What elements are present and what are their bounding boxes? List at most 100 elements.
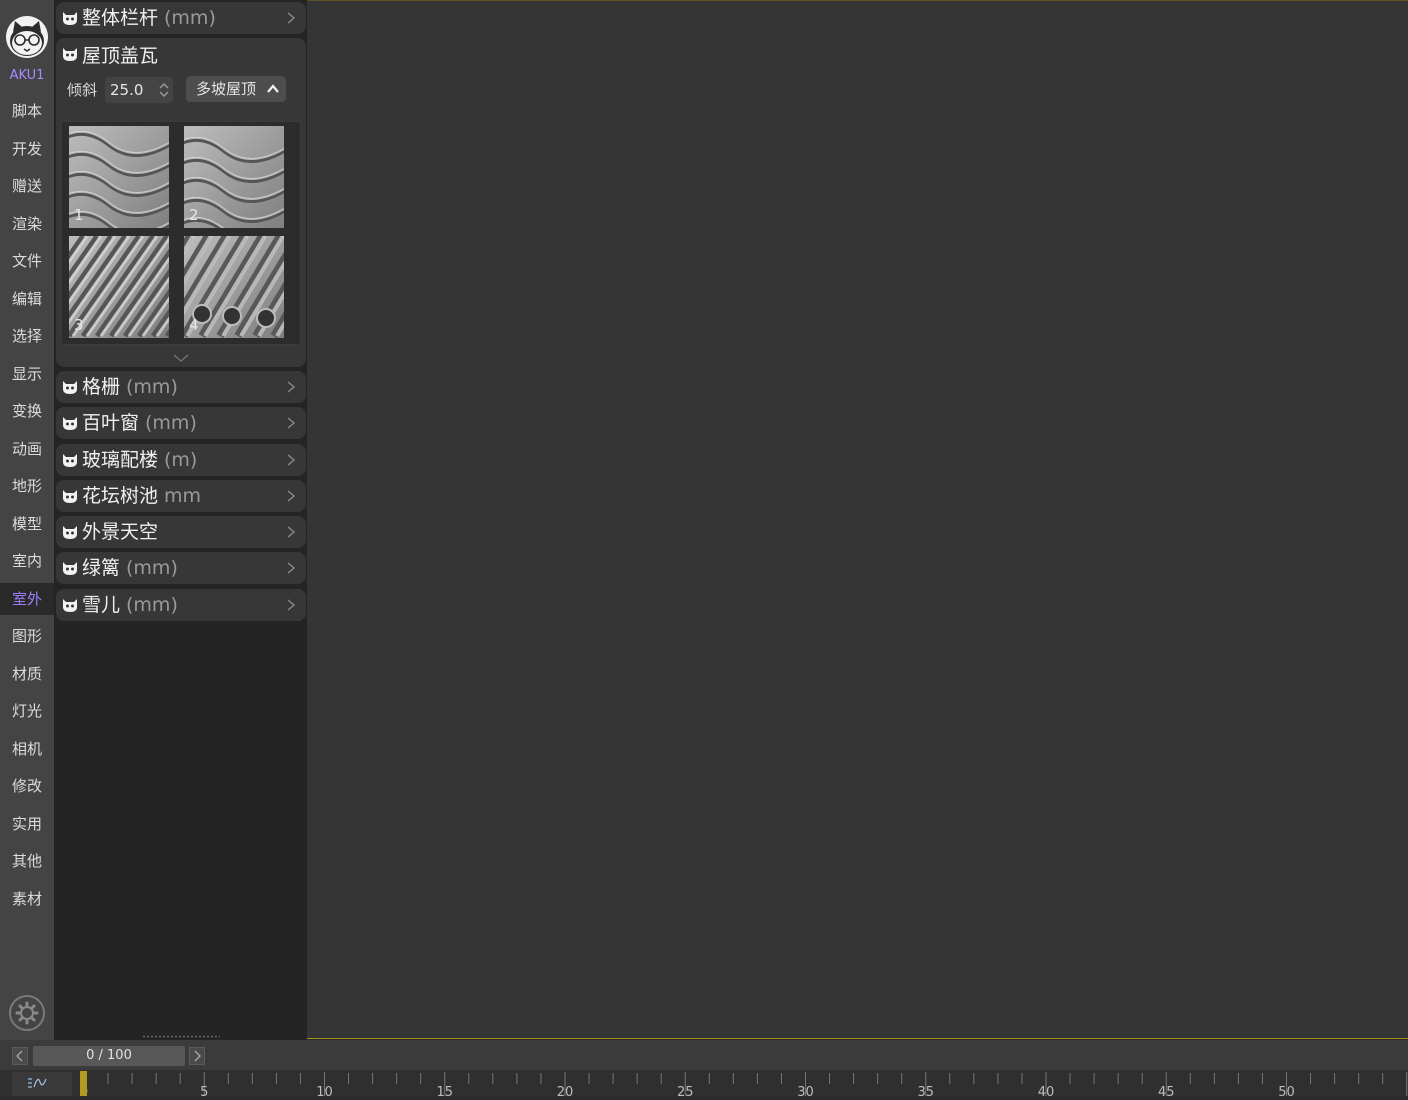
- cat-head-icon: [63, 599, 77, 612]
- group-unit: (mm): [164, 7, 216, 29]
- group-title: 花坛树池 mm: [82, 480, 201, 513]
- roof-tile-option[interactable]: 2: [184, 126, 284, 228]
- chevron-right-icon: [287, 454, 296, 466]
- roof-tile-option[interactable]: 4: [184, 236, 284, 338]
- group-title: 整体栏杆 (mm): [82, 2, 216, 35]
- roof-group-title: 屋顶盖瓦: [82, 45, 159, 67]
- collapsed-group[interactable]: 雪儿 (mm): [56, 589, 306, 621]
- group-unit: (mm): [126, 594, 178, 616]
- chevron-up-icon: [267, 84, 279, 93]
- roof-tile-group: 屋顶盖瓦 倾斜 25.0 多坡屋顶 1 2 3 4: [56, 38, 306, 367]
- expand-chevron-down-icon[interactable]: [173, 353, 189, 363]
- nav-item[interactable]: 室外: [0, 582, 54, 615]
- nav-item[interactable]: 模型: [0, 508, 54, 540]
- chevron-right-icon: [287, 12, 296, 24]
- nav-item[interactable]: 修改: [0, 770, 54, 802]
- cat-head-icon: [63, 490, 77, 503]
- nav-item[interactable]: 实用: [0, 808, 54, 840]
- tilt-label: 倾斜: [67, 81, 98, 99]
- ruler-tick-label: 35: [917, 1085, 934, 1096]
- chevron-right-icon: [287, 417, 296, 429]
- chevron-right-icon: [287, 562, 296, 574]
- panel-resize-grip[interactable]: [142, 1035, 220, 1038]
- roof-tile-number: 4: [189, 316, 199, 334]
- current-frame-marker[interactable]: [80, 1071, 87, 1096]
- curve-editor-button[interactable]: [12, 1072, 72, 1096]
- nav-item[interactable]: 渲染: [0, 208, 54, 240]
- track-bar: 05101520253035404550: [0, 1070, 1408, 1096]
- group-unit: (m): [164, 449, 198, 471]
- nav-item[interactable]: 选择: [0, 320, 54, 352]
- nav-item[interactable]: 图形: [0, 620, 54, 652]
- ruler-tick-label: 15: [436, 1085, 453, 1096]
- collapsed-group[interactable]: 整体栏杆 (mm): [56, 2, 306, 34]
- cat-logo-icon[interactable]: [6, 16, 48, 58]
- collapsed-group[interactable]: 外景天空: [56, 516, 306, 548]
- nav-item[interactable]: 素材: [0, 883, 54, 915]
- prev-frame-button[interactable]: [12, 1047, 28, 1065]
- group-title-text: 百叶窗: [82, 412, 140, 434]
- roof-tile-preview-icon: [69, 236, 169, 338]
- viewport[interactable]: [307, 0, 1408, 1039]
- nav-item[interactable]: 其他: [0, 845, 54, 877]
- cat-head-icon: [63, 48, 77, 61]
- timeline-ruler[interactable]: 05101520253035404550: [74, 1070, 1408, 1096]
- group-title-text: 外景天空: [82, 521, 159, 543]
- group-title-text: 雪儿: [82, 594, 121, 616]
- group-title-text: 玻璃配楼: [82, 449, 159, 471]
- group-unit: mm: [164, 485, 202, 507]
- nav-item[interactable]: 编辑: [0, 283, 54, 315]
- collapsed-group[interactable]: 绿篱 (mm): [56, 552, 306, 584]
- nav-item[interactable]: 开发: [0, 133, 54, 165]
- nav-item[interactable]: 变换: [0, 395, 54, 427]
- nav-item[interactable]: 赠送: [0, 170, 54, 202]
- nav-item[interactable]: 相机: [0, 733, 54, 765]
- roof-tile-option[interactable]: 1: [69, 126, 169, 228]
- settings-gear-icon[interactable]: [9, 995, 45, 1031]
- roof-tile-option[interactable]: 3: [69, 236, 169, 338]
- chevron-right-icon: [287, 526, 296, 538]
- roof-tile-number: 1: [74, 206, 84, 224]
- cat-head-icon: [63, 381, 77, 394]
- nav-item[interactable]: 动画: [0, 433, 54, 465]
- collapsed-group[interactable]: 花坛树池 mm: [56, 480, 306, 512]
- spinner-arrows-icon[interactable]: [158, 80, 170, 100]
- collapsed-group[interactable]: 百叶窗 (mm): [56, 407, 306, 439]
- tool-panel: 整体栏杆 (mm) 屋顶盖瓦 倾斜 25.0 多坡屋顶 1234 格栅 (mm) 百叶…: [54, 0, 307, 1040]
- collapsed-group[interactable]: 格栅 (mm): [56, 371, 306, 403]
- group-title: 雪儿 (mm): [82, 589, 178, 622]
- group-title: 外景天空: [82, 516, 164, 549]
- group-unit: (mm): [126, 376, 178, 398]
- chevron-right-icon: [287, 381, 296, 393]
- roof-tile-preview-icon: [184, 236, 284, 338]
- tilt-value[interactable]: 25.0: [110, 77, 143, 103]
- group-title-text: 花坛树池: [82, 485, 159, 507]
- cat-head-icon: [63, 454, 77, 467]
- tilt-spinner[interactable]: 25.0: [105, 77, 173, 103]
- group-title-text: 整体栏杆: [82, 7, 159, 29]
- ruler-tick-label: 5: [200, 1085, 208, 1096]
- nav-item[interactable]: 材质: [0, 658, 54, 690]
- roof-tile-number: 3: [74, 316, 84, 334]
- nav-item[interactable]: 显示: [0, 358, 54, 390]
- roof-tile-number: 2: [189, 206, 199, 224]
- nav-item[interactable]: 室内: [0, 545, 54, 577]
- nav-item[interactable]: 脚本: [0, 95, 54, 127]
- cat-head-icon: [63, 526, 77, 539]
- chevron-right-icon: [287, 599, 296, 611]
- time-slider[interactable]: 0 / 100: [33, 1046, 185, 1066]
- group-unit: (mm): [145, 412, 197, 434]
- nav-item[interactable]: 地形: [0, 470, 54, 502]
- nav-item[interactable]: 灯光: [0, 695, 54, 727]
- nav-item[interactable]: 文件: [0, 245, 54, 277]
- collapsed-group[interactable]: 玻璃配楼 (m): [56, 444, 306, 476]
- curve-editor-icon: [28, 1078, 47, 1088]
- chevron-right-icon: [287, 490, 296, 502]
- group-title-text: 绿篱: [82, 557, 121, 579]
- roof-style-value: 多坡屋顶: [196, 80, 257, 98]
- next-frame-button[interactable]: [189, 1047, 205, 1065]
- ruler-tick-label: 40: [1038, 1085, 1055, 1096]
- ruler-tick-label: 50: [1278, 1085, 1295, 1096]
- time-slider-bar: 0 / 100: [0, 1040, 1408, 1070]
- roof-style-dropdown[interactable]: 多坡屋顶: [186, 76, 286, 102]
